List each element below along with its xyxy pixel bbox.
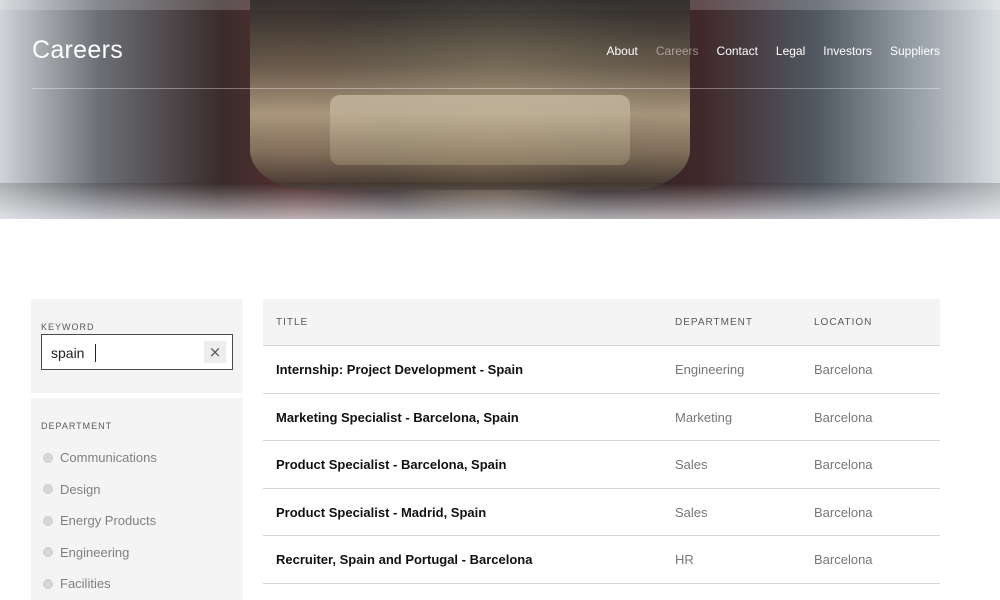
job-department: Engineering bbox=[675, 362, 745, 377]
department-option-label: Design bbox=[60, 481, 101, 497]
department-option-engineering[interactable]: Engineering bbox=[43, 537, 157, 569]
table-row[interactable]: Recruiter, Spain and Portugal - Barcelon… bbox=[263, 536, 940, 584]
job-department: HR bbox=[675, 552, 694, 568]
table-row[interactable]: Product Specialist - Madrid, Spain Sales… bbox=[263, 489, 940, 537]
job-location: Barcelona bbox=[814, 552, 873, 568]
job-title-link[interactable]: Internship: Project Development - Spain bbox=[276, 362, 523, 377]
job-location: Barcelona bbox=[814, 504, 873, 520]
column-header-location[interactable]: LOCATION bbox=[814, 317, 872, 328]
table-row[interactable]: Marketing Specialist - Barcelona, Spain … bbox=[263, 394, 940, 442]
job-title-link[interactable]: Product Specialist - Barcelona, Spain bbox=[276, 457, 506, 472]
department-option-label: Engineering bbox=[60, 544, 130, 560]
department-option-label: Communications bbox=[60, 450, 157, 466]
job-department: Marketing bbox=[675, 409, 733, 425]
job-title-link[interactable]: Marketing Specialist - Barcelona, Spain bbox=[276, 410, 519, 425]
radio-icon[interactable] bbox=[43, 484, 53, 495]
hero-car-panel bbox=[330, 95, 630, 165]
nav-legal[interactable]: Legal bbox=[776, 44, 805, 58]
job-location: Barcelona bbox=[814, 409, 873, 425]
hero-banner: Careers About Careers Contact Legal Inve… bbox=[0, 0, 1000, 219]
department-label: DEPARTMENT bbox=[41, 421, 113, 431]
job-location: Barcelona bbox=[814, 362, 873, 377]
nav-suppliers[interactable]: Suppliers bbox=[890, 44, 940, 58]
text-caret bbox=[95, 344, 96, 362]
column-header-department[interactable]: DEPARTMENT bbox=[675, 317, 753, 328]
close-icon: × bbox=[208, 343, 222, 361]
department-option-facilities[interactable]: Facilities bbox=[43, 568, 157, 600]
table-row[interactable]: Product Specialist - Barcelona, Spain Sa… bbox=[263, 441, 940, 489]
department-option-energy-products[interactable]: Energy Products bbox=[43, 505, 157, 537]
keyword-filter-panel: KEYWORD × bbox=[31, 299, 243, 393]
job-title-link[interactable]: Recruiter, Spain and Portugal - Barcelon… bbox=[276, 552, 532, 567]
job-title-link[interactable]: Product Specialist - Madrid, Spain bbox=[276, 505, 486, 520]
nav-careers[interactable]: Careers bbox=[656, 44, 699, 58]
table-row[interactable]: Internship: Project Development - Spain … bbox=[263, 346, 940, 394]
nav-about[interactable]: About bbox=[607, 44, 638, 58]
department-option-label: Energy Products bbox=[60, 513, 157, 529]
keyword-label: KEYWORD bbox=[41, 322, 95, 332]
radio-icon[interactable] bbox=[43, 452, 53, 463]
table-header: TITLE DEPARTMENT LOCATION bbox=[263, 299, 940, 346]
job-department: Sales bbox=[675, 504, 708, 520]
brand-title[interactable]: Careers bbox=[32, 36, 123, 65]
hero-floor bbox=[0, 183, 1000, 219]
department-option-design[interactable]: Design bbox=[43, 474, 157, 506]
department-option-label: Facilities bbox=[60, 576, 111, 592]
job-location: Barcelona bbox=[814, 457, 873, 473]
nav-contact[interactable]: Contact bbox=[717, 44, 758, 58]
nav-investors[interactable]: Investors bbox=[823, 44, 872, 58]
department-option-communications[interactable]: Communications bbox=[43, 442, 157, 474]
header-divider bbox=[32, 88, 940, 89]
radio-icon[interactable] bbox=[43, 578, 53, 589]
main-nav: About Careers Contact Legal Investors Su… bbox=[589, 44, 941, 58]
job-results-table: TITLE DEPARTMENT LOCATION Internship: Pr… bbox=[263, 299, 940, 584]
clear-keyword-button[interactable]: × bbox=[204, 341, 226, 363]
department-list: Communications Design Energy Products En… bbox=[43, 442, 157, 600]
department-filter-panel: DEPARTMENT Communications Design Energy … bbox=[31, 398, 243, 600]
keyword-search-box: × bbox=[41, 334, 233, 370]
job-department: Sales bbox=[675, 457, 708, 473]
radio-icon[interactable] bbox=[43, 547, 53, 558]
keyword-input[interactable] bbox=[51, 343, 201, 363]
column-header-title[interactable]: TITLE bbox=[276, 317, 308, 328]
radio-icon[interactable] bbox=[43, 515, 53, 526]
